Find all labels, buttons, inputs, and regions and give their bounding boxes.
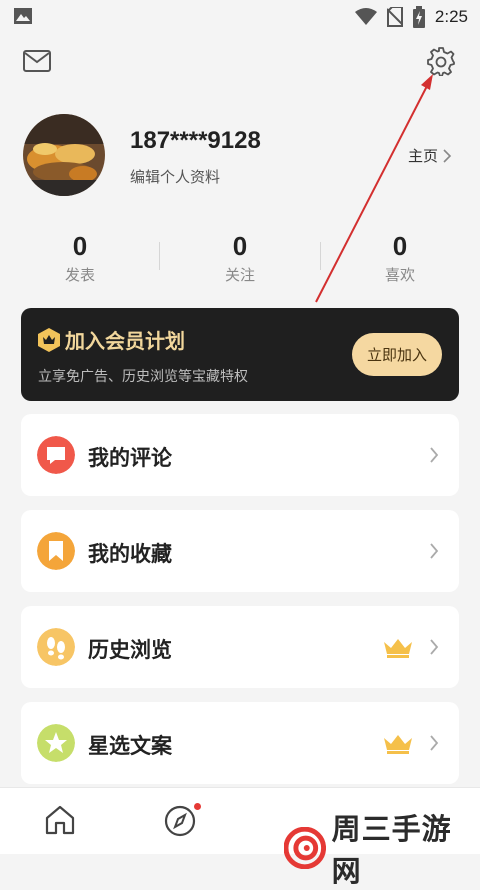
stat-likes-label: 喜欢: [384, 266, 415, 284]
comment-icon: [37, 436, 75, 474]
vip-title: 加入会员计划: [65, 329, 185, 353]
chevron-right-icon: [430, 639, 439, 655]
menu-item-history[interactable]: 历史浏览: [21, 606, 459, 688]
stat-posts-label: 发表: [64, 266, 95, 284]
menu-label: 我的收藏: [88, 542, 172, 566]
menu-label: 历史浏览: [88, 638, 172, 662]
notification-dot: [194, 803, 201, 810]
vip-badge-icon: [38, 328, 60, 352]
no-sim-icon: [386, 7, 403, 27]
homepage-label: 主页: [408, 147, 439, 165]
menu-item-favorites[interactable]: 我的收藏: [21, 510, 459, 592]
menu-label: 我的评论: [88, 446, 172, 470]
home-icon[interactable]: [44, 804, 76, 836]
bookmark-icon: [37, 532, 75, 570]
watermark: 周三手游网: [284, 806, 480, 890]
menu-label: 星选文案: [88, 734, 172, 758]
status-time: 2:25: [434, 7, 468, 26]
menu-item-comments[interactable]: 我的评论: [21, 414, 459, 496]
stat-following-label: 关注: [224, 266, 255, 284]
username: 187****9128: [130, 127, 261, 154]
stat-following[interactable]: 0 关注: [160, 230, 320, 285]
crown-icon: [384, 735, 412, 754]
chevron-right-icon: [430, 447, 439, 463]
edit-profile-link[interactable]: 编辑个人资料: [130, 166, 220, 187]
watermark-logo-icon: [284, 827, 326, 869]
vip-card[interactable]: 加入会员计划 立享免广告、历史浏览等宝藏特权 立即加入: [21, 308, 459, 401]
footprints-icon: [37, 628, 75, 666]
stat-posts-value: 0: [72, 231, 88, 261]
stat-posts[interactable]: 0 发表: [0, 230, 160, 285]
watermark-text: 周三手游网: [331, 812, 452, 888]
chevron-right-icon: [430, 735, 439, 751]
image-icon: [14, 8, 32, 24]
star-icon: [37, 724, 75, 762]
chevron-right-icon: [443, 148, 452, 163]
vip-subtitle: 立享免广告、历史浏览等宝藏特权: [38, 369, 248, 385]
battery-charging-icon: [412, 6, 425, 28]
stat-likes[interactable]: 0 喜欢: [320, 230, 480, 285]
join-now-button[interactable]: 立即加入: [352, 333, 442, 376]
stat-likes-value: 0: [392, 231, 408, 261]
compass-icon[interactable]: [163, 804, 197, 838]
homepage-link[interactable]: 主页: [408, 145, 453, 166]
mail-icon[interactable]: [22, 48, 52, 74]
menu-item-featured-copy[interactable]: 星选文案: [21, 702, 459, 784]
crown-icon: [384, 639, 412, 658]
avatar[interactable]: [23, 114, 105, 196]
status-bar: 2:25: [0, 0, 480, 34]
chevron-right-icon: [430, 543, 439, 559]
wifi-icon: [354, 8, 377, 25]
gear-icon[interactable]: [426, 46, 456, 76]
stat-following-value: 0: [232, 231, 248, 261]
